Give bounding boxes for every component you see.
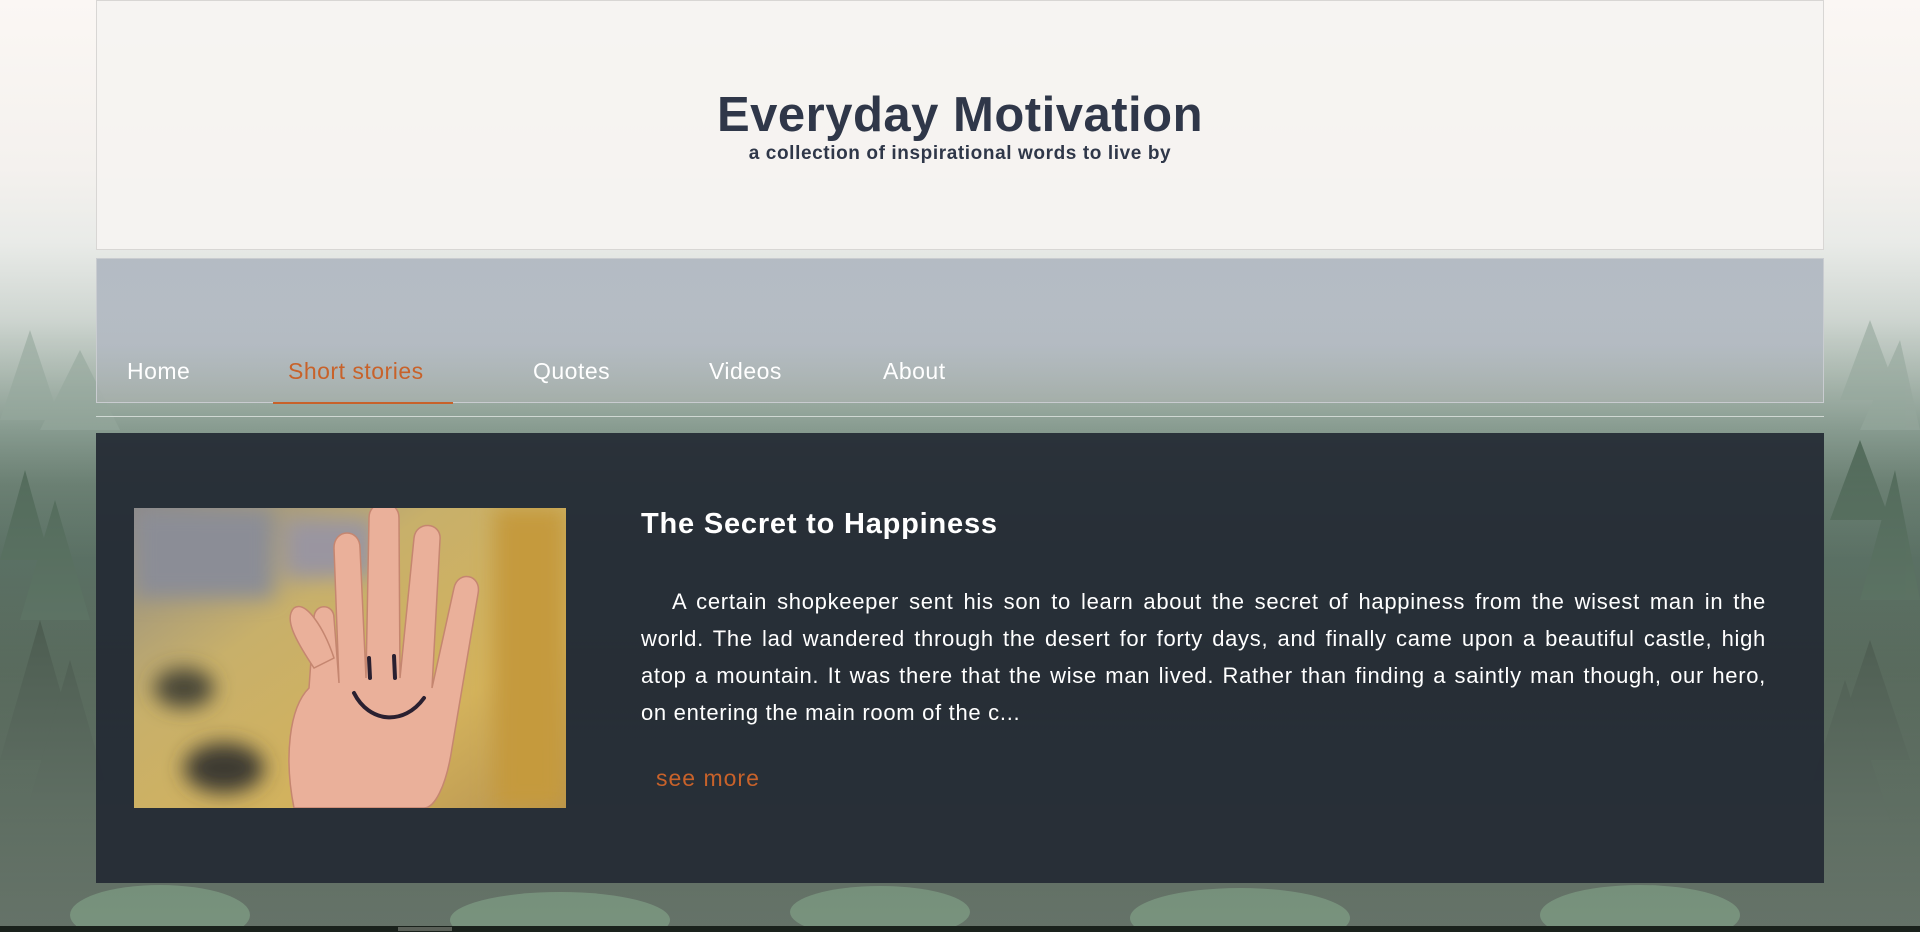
scrollbar-thumb[interactable] [398,927,452,931]
main-nav: Home Short stories Quotes Videos About [96,258,1824,404]
site-header: Everyday Motivation a collection of insp… [96,0,1824,250]
horizontal-scrollbar[interactable] [0,926,1920,932]
story-title[interactable]: The Secret to Happiness [641,508,998,541]
smiley-hand-image[interactable] [134,508,566,808]
nav-item-short-stories[interactable]: Short stories [288,358,424,385]
site-title: Everyday Motivation [716,88,1204,142]
active-tab-underline [273,402,453,404]
nav-divider [96,416,1824,417]
nav-item-quotes[interactable]: Quotes [533,358,610,385]
story-excerpt: A certain shopkeeper sent his son to lea… [641,589,1766,725]
story-card: The Secret to Happiness A certain shopke… [96,433,1824,883]
nav-item-about[interactable]: About [883,358,946,385]
see-more-link[interactable]: see more [656,765,760,792]
nav-item-videos[interactable]: Videos [709,358,782,385]
nav-item-home[interactable]: Home [127,358,190,385]
site-subtitle: a collection of inspirational words to l… [748,143,1172,164]
